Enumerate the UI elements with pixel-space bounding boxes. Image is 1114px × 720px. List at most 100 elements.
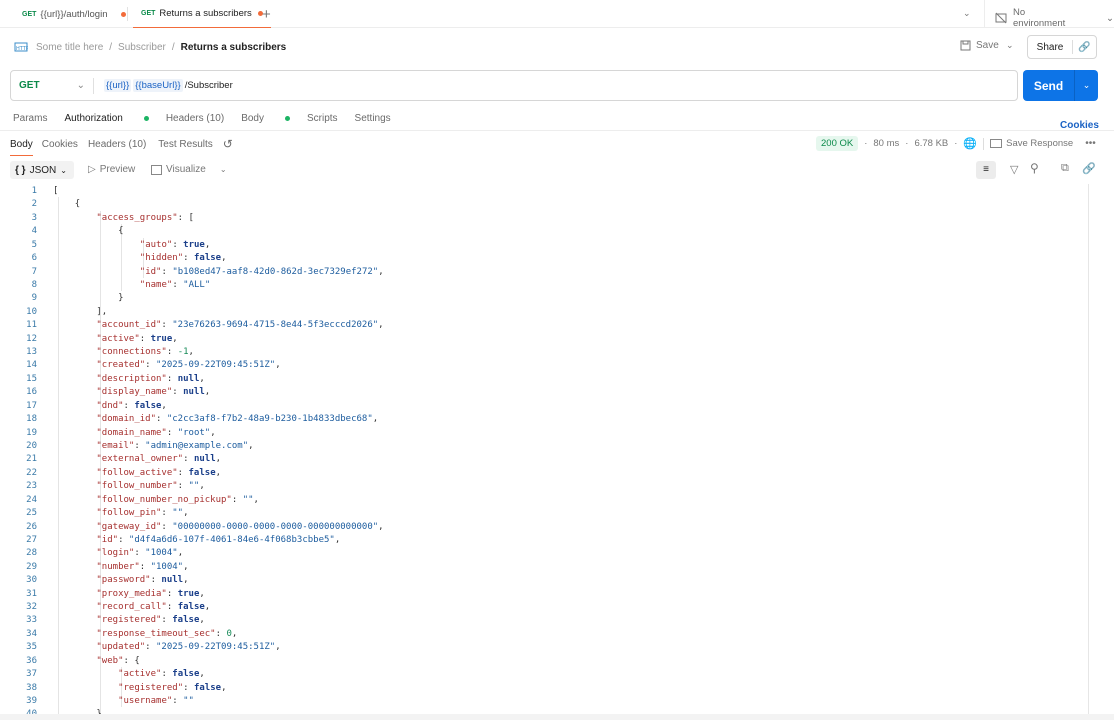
line-number: 4 (31, 226, 37, 237)
json-string: "admin@example.com" (145, 440, 249, 451)
share-button[interactable]: Share (1028, 42, 1072, 53)
json-punctuation: : (166, 373, 178, 384)
json-punctuation: : (183, 454, 194, 465)
json-punctuation: : (161, 320, 173, 331)
save-response-button[interactable]: Save Response (990, 138, 1073, 149)
line-number: 7 (31, 266, 37, 277)
chevron-down-icon[interactable]: ⌄ (963, 8, 971, 19)
json-key: "description" (96, 373, 167, 384)
line-number: 31 (26, 588, 37, 599)
code-line: 8 "name": "ALL" (0, 279, 1088, 292)
response-size[interactable]: 6.78 KB (914, 138, 948, 149)
line-number: 11 (26, 320, 37, 331)
json-string: "1004" (145, 548, 178, 559)
filter-icon[interactable]: ▽ (1010, 163, 1018, 176)
json-punctuation: : (172, 387, 184, 398)
json-string: "ALL" (183, 279, 211, 290)
tab-scripts[interactable]: Scripts (307, 113, 338, 124)
json-key: "external_owner" (96, 454, 184, 465)
code-text: "number": "1004", (96, 561, 188, 574)
response-time[interactable]: 80 ms (873, 138, 899, 149)
code-text: "auto": true, (140, 239, 210, 252)
line-number: 23 (26, 481, 37, 492)
json-punctuation: , (199, 669, 205, 680)
search-icon[interactable]: ⚲ (1030, 161, 1039, 175)
code-line: 21 "external_owner": null, (0, 453, 1088, 466)
chevron-down-icon[interactable]: ⌄ (220, 165, 227, 174)
json-punctuation: , (253, 494, 259, 505)
tab-settings[interactable]: Settings (355, 113, 391, 124)
tab-response-body[interactable]: Body (10, 137, 33, 156)
url-path: /Subscriber (184, 80, 233, 91)
response-meta: 200 OK · 80 ms · 6.78 KB · 🌐 Save Respon… (816, 136, 1096, 151)
wrap-lines-icon[interactable]: ≡ (976, 161, 996, 179)
code-line: 36 "web": { (0, 655, 1088, 668)
separator: / (171, 41, 175, 53)
copy-icon[interactable]: ⧉ (1061, 162, 1069, 175)
tab-authorization[interactable]: Authorization (64, 113, 149, 124)
format-value: JSON (29, 164, 57, 176)
response-body-viewer[interactable]: 1[2{3 "access_groups": [4{5 "auto": true, 6… (0, 184, 1088, 714)
line-number: 16 (26, 387, 37, 398)
scrollbar-track[interactable] (1088, 184, 1089, 714)
code-line: 37 "active": false, (0, 668, 1088, 681)
json-punctuation: : (145, 360, 157, 371)
json-punctuation: : (161, 521, 173, 532)
format-select[interactable]: { } JSON ⌄ (10, 161, 74, 179)
breadcrumb-item[interactable]: Subscriber (118, 42, 166, 53)
line-number: 6 (31, 253, 37, 264)
code-line: 27 "id": "d4f4a6d6-107f-4061-84e6-4f068b3… (0, 534, 1088, 547)
json-key: "registered" (96, 615, 162, 626)
code-line: 6 "hidden": false, (0, 252, 1088, 265)
link-icon[interactable]: 🔗 (1073, 42, 1096, 53)
json-punctuation: : (172, 239, 184, 250)
save-button[interactable]: Save (960, 40, 999, 51)
json-literal: false (193, 682, 222, 693)
json-punctuation: , (221, 682, 227, 693)
json-key: "follow_pin" (96, 508, 162, 519)
json-literal: true (183, 239, 205, 250)
url-variable: {{baseUrl}} (133, 79, 183, 92)
json-punctuation: : [ (177, 212, 194, 223)
code-line: 15 "description": null, (0, 373, 1088, 386)
visualize-button[interactable]: Visualize ⌄ (151, 164, 227, 175)
json-key: "access_groups" (96, 212, 178, 223)
save-options-chevron-icon[interactable]: ⌄ (1006, 40, 1014, 51)
new-tab-plus-icon[interactable]: + (262, 6, 271, 23)
environment-selector[interactable]: No environment ⌄ (995, 7, 1114, 29)
preview-button[interactable]: ▷ Preview (88, 164, 135, 175)
tab-auth-login[interactable]: GET {{url}}/auth/login (22, 0, 127, 28)
send-options-chevron-icon[interactable]: ⌄ (1075, 80, 1098, 91)
tab-params[interactable]: Params (13, 113, 47, 124)
tab-response-cookies[interactable]: Cookies (42, 137, 78, 156)
more-options-icon[interactable]: ••• (1085, 138, 1096, 149)
json-punctuation: : (166, 602, 178, 613)
status-badge[interactable]: 200 OK (816, 136, 859, 151)
json-punctuation: : (161, 508, 173, 519)
history-icon[interactable]: ↺ (223, 137, 233, 156)
svg-text:HTTP: HTTP (16, 46, 28, 52)
code-text: "password": null, (96, 574, 188, 587)
json-punctuation: : (145, 642, 157, 653)
json-key: "login" (96, 548, 135, 559)
line-number: 10 (26, 306, 37, 317)
url-input[interactable]: {{url}} {{baseUrl}} /Subscriber (104, 79, 233, 92)
json-number: -1 (177, 347, 189, 358)
tab-headers[interactable]: Headers (10) (166, 113, 224, 124)
method-select[interactable]: GET ⌄ (11, 80, 93, 91)
tab-label: {{url}}/auth/login (40, 8, 108, 20)
line-number: 33 (26, 615, 37, 626)
code-text: "email": "admin@example.com", (96, 440, 253, 453)
network-globe-icon[interactable]: 🌐 (963, 137, 977, 150)
tab-response-headers[interactable]: Headers (10) (88, 137, 146, 156)
json-key: "dnd" (96, 400, 124, 411)
breadcrumb-item[interactable]: Some title here (36, 42, 103, 53)
tab-body[interactable]: Body (241, 113, 290, 124)
tab-test-results[interactable]: Test Results (158, 137, 212, 156)
tab-returns-subscribers[interactable]: GET Returns a subscribers (133, 0, 271, 28)
link-icon[interactable]: 🔗 (1082, 162, 1096, 175)
share-group: Share 🔗 (1027, 35, 1097, 59)
send-button[interactable]: Send (1023, 79, 1074, 93)
json-string: "" (242, 494, 254, 505)
line-number: 1 (31, 186, 37, 196)
